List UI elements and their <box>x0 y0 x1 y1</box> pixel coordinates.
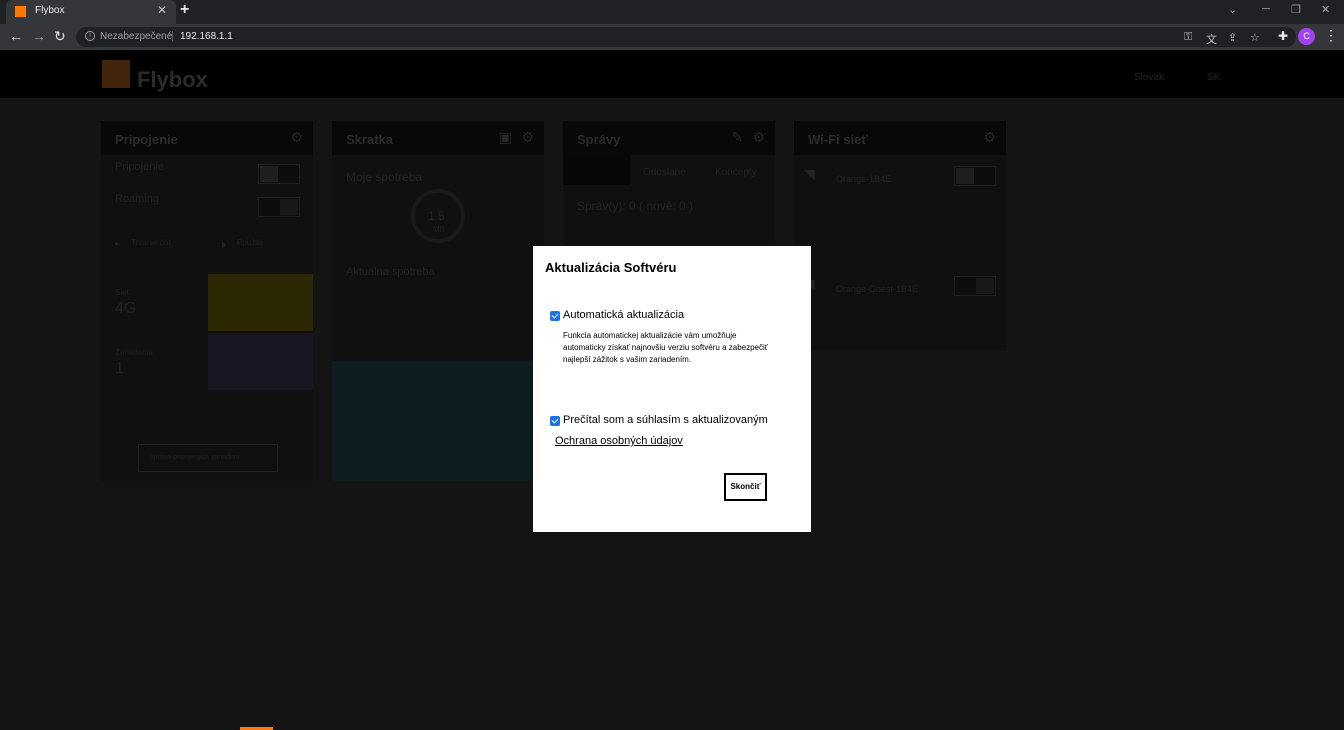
tab-search-icon[interactable]: ⌄ <box>1228 3 1237 16</box>
minimize-icon[interactable]: ─ <box>1262 3 1270 15</box>
address-bar[interactable]: ! Nezabezpečené | 192.168.1.1 ⚿ 文 ⇪ ☆ <box>76 27 1296 47</box>
translate-icon[interactable]: 文 <box>1206 31 1217 47</box>
auto-update-description: Funkcia automatickej aktualizácie vám um… <box>563 331 768 364</box>
privacy-policy-link[interactable]: Ochrana osobných údajov <box>555 435 683 447</box>
bookmark-star-icon[interactable]: ☆ <box>1250 31 1260 44</box>
extensions-puzzle-icon[interactable]: ✚ <box>1278 29 1288 43</box>
forward-arrow-icon[interactable]: → <box>32 28 46 44</box>
auto-update-label[interactable]: Automatická aktualizácia <box>563 309 684 321</box>
flybox-favicon-icon <box>15 6 26 17</box>
dialog-title: Aktualizácia Softvéru <box>545 260 677 275</box>
browser-menu-icon[interactable]: ⋮ <box>1324 27 1338 44</box>
restore-icon[interactable]: ❐ <box>1291 3 1301 16</box>
consent-label[interactable]: Prečítal som a súhlasím s aktualizovaným <box>563 414 768 426</box>
software-update-dialog: Aktualizácia Softvéru Automatická aktual… <box>533 246 811 532</box>
browser-toolbar: ← → ↻ ! Nezabezpečené | 192.168.1.1 ⚿ 文 … <box>0 24 1344 50</box>
url-separator: | <box>171 30 174 42</box>
key-icon[interactable]: ⚿ <box>1184 31 1192 44</box>
security-label[interactable]: Nezabezpečené <box>100 31 172 42</box>
browser-tab[interactable]: Flybox ✕ <box>6 0 176 24</box>
warning-icon[interactable]: ! <box>85 31 95 41</box>
auto-update-checkbox[interactable] <box>550 311 560 321</box>
browser-tab-strip: Flybox ✕ + ⌄ ─ ❐ ✕ <box>0 0 1344 24</box>
share-icon[interactable]: ⇪ <box>1228 31 1237 44</box>
tab-title: Flybox <box>35 5 65 16</box>
back-arrow-icon[interactable]: ← <box>9 28 23 44</box>
tab-close-icon[interactable]: ✕ <box>157 3 167 17</box>
new-tab-button[interactable]: + <box>180 1 189 19</box>
consent-checkbox[interactable] <box>550 416 560 426</box>
profile-avatar[interactable]: C <box>1298 28 1315 45</box>
close-window-icon[interactable]: ✕ <box>1321 3 1330 16</box>
url-text[interactable]: 192.168.1.1 <box>180 31 233 42</box>
finish-button[interactable]: Skončiť <box>724 473 767 501</box>
reload-icon[interactable]: ↻ <box>54 28 66 45</box>
